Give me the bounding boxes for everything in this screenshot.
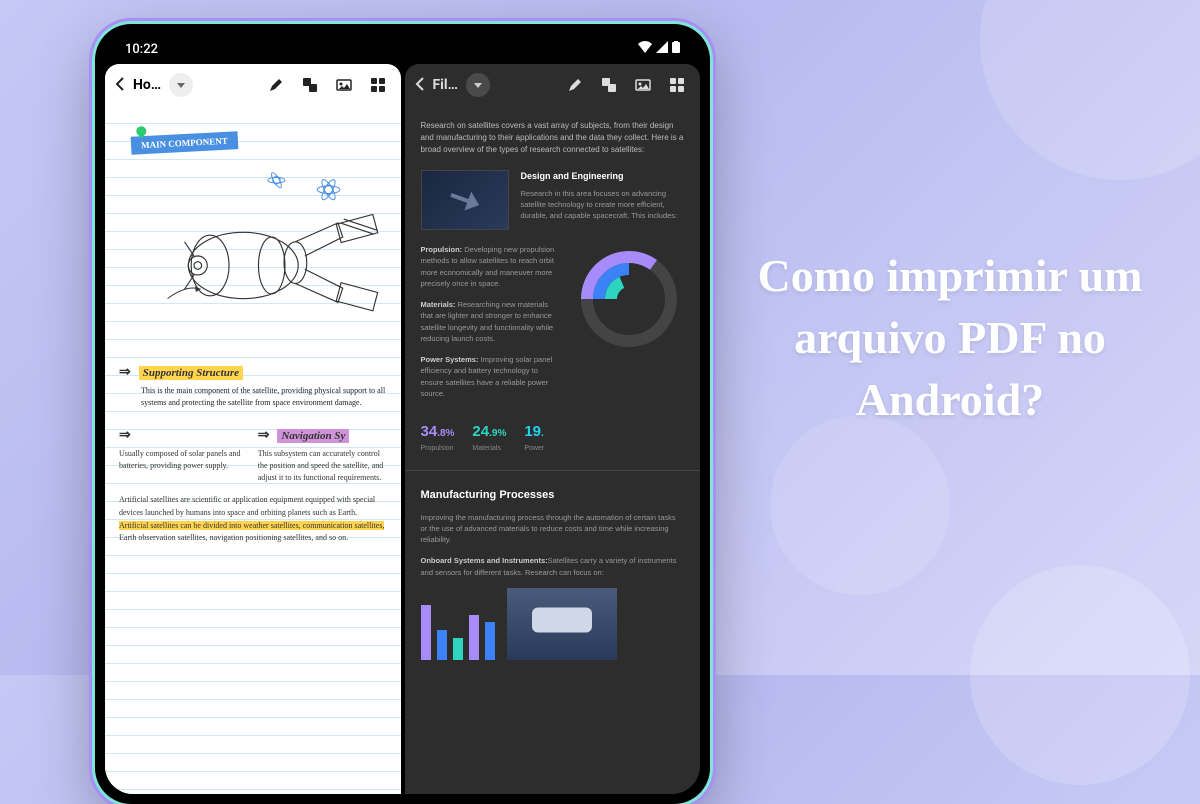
back-button[interactable] bbox=[115, 75, 125, 96]
stats-row: 34.8% Propulsion 24.9% Materials 19. Pow… bbox=[421, 421, 685, 454]
bg-decoration bbox=[980, 0, 1200, 180]
left-toolbar: Ho… bbox=[105, 64, 401, 106]
design-heading: Design and Engineering bbox=[521, 170, 685, 184]
highlighter-icon[interactable] bbox=[562, 72, 588, 98]
donut-chart bbox=[574, 244, 684, 354]
col1-text: Usually composed of solar panels and bat… bbox=[119, 448, 248, 472]
satellite-illustration bbox=[119, 166, 387, 346]
grid-icon[interactable] bbox=[664, 72, 690, 98]
status-time: 10:22 bbox=[125, 42, 158, 57]
right-content[interactable]: Research on satellites covers a vast arr… bbox=[405, 106, 701, 794]
arrow-icon: ⇒ bbox=[119, 364, 131, 381]
section-heading-1: ⇒ Supporting Structure bbox=[119, 364, 387, 381]
col2-text: This subsystem can accurately control th… bbox=[258, 448, 387, 484]
dropdown-button[interactable] bbox=[169, 73, 193, 97]
highlighter-icon[interactable] bbox=[263, 72, 289, 98]
doc-title-left: Ho… bbox=[133, 77, 161, 93]
section-body-1: This is the main component of the satell… bbox=[141, 385, 387, 409]
pushpin-icon bbox=[134, 124, 148, 138]
stat-propulsion: 34.8% Propulsion bbox=[421, 421, 455, 454]
stat-materials: 24.9% Materials bbox=[472, 421, 506, 454]
mfg-text: Improving the manufacturing process thro… bbox=[421, 512, 685, 546]
dropdown-button[interactable] bbox=[466, 73, 490, 97]
bar-chart bbox=[421, 600, 495, 660]
left-content[interactable]: MAIN COMPONENT bbox=[105, 106, 401, 794]
stat-power: 19. Power bbox=[524, 421, 544, 454]
right-toolbar: Fil… bbox=[405, 64, 701, 106]
bottom-paragraph: Artificial satellites are scientific or … bbox=[119, 494, 387, 545]
design-text: Research in this area focuses on advanci… bbox=[521, 188, 685, 222]
right-pane: Fil… bbox=[405, 64, 701, 794]
page-headline: Como imprimir um arquivo PDF no Android? bbox=[750, 244, 1150, 430]
bg-decoration bbox=[970, 565, 1190, 785]
signal-icon bbox=[656, 41, 668, 57]
power-text: Power Systems: Improving solar panel eff… bbox=[421, 354, 563, 399]
bg-decoration bbox=[770, 415, 950, 595]
back-button[interactable] bbox=[415, 75, 425, 96]
propulsion-text: Propulsion: Developing new propulsion me… bbox=[421, 244, 563, 289]
battery-icon bbox=[672, 41, 680, 57]
status-bar: 10:22 bbox=[105, 34, 700, 64]
translate-icon[interactable] bbox=[297, 72, 323, 98]
image-icon[interactable] bbox=[331, 72, 357, 98]
wifi-icon bbox=[638, 41, 652, 57]
image-icon[interactable] bbox=[630, 72, 656, 98]
satellite-thumb-1 bbox=[421, 170, 509, 230]
left-pane: Ho… bbox=[105, 64, 401, 794]
translate-icon[interactable] bbox=[596, 72, 622, 98]
arrow-icon: ⇒ bbox=[119, 427, 131, 444]
arrow-icon: ⇒ bbox=[258, 427, 270, 444]
section-heading-2: ⇒ Navigation Sy bbox=[258, 427, 387, 444]
split-view: Ho… bbox=[105, 64, 700, 794]
doc-title-right: Fil… bbox=[433, 77, 458, 93]
divider bbox=[405, 470, 701, 471]
sticky-note: MAIN COMPONENT bbox=[131, 131, 239, 155]
satellite-thumb-2 bbox=[507, 588, 617, 660]
tablet-screen: 10:22 Ho… bbox=[105, 34, 700, 794]
onboard-text: Onboard Systems and Instruments:Satellit… bbox=[421, 555, 685, 578]
materials-text: Materials: Researching new materials tha… bbox=[421, 299, 563, 344]
mfg-heading: Manufacturing Processes bbox=[421, 487, 685, 504]
grid-icon[interactable] bbox=[365, 72, 391, 98]
tablet-frame: 10:22 Ho… bbox=[95, 24, 710, 804]
arrow-marker: ⇒ bbox=[119, 427, 248, 444]
intro-text: Research on satellites covers a vast arr… bbox=[421, 120, 685, 156]
